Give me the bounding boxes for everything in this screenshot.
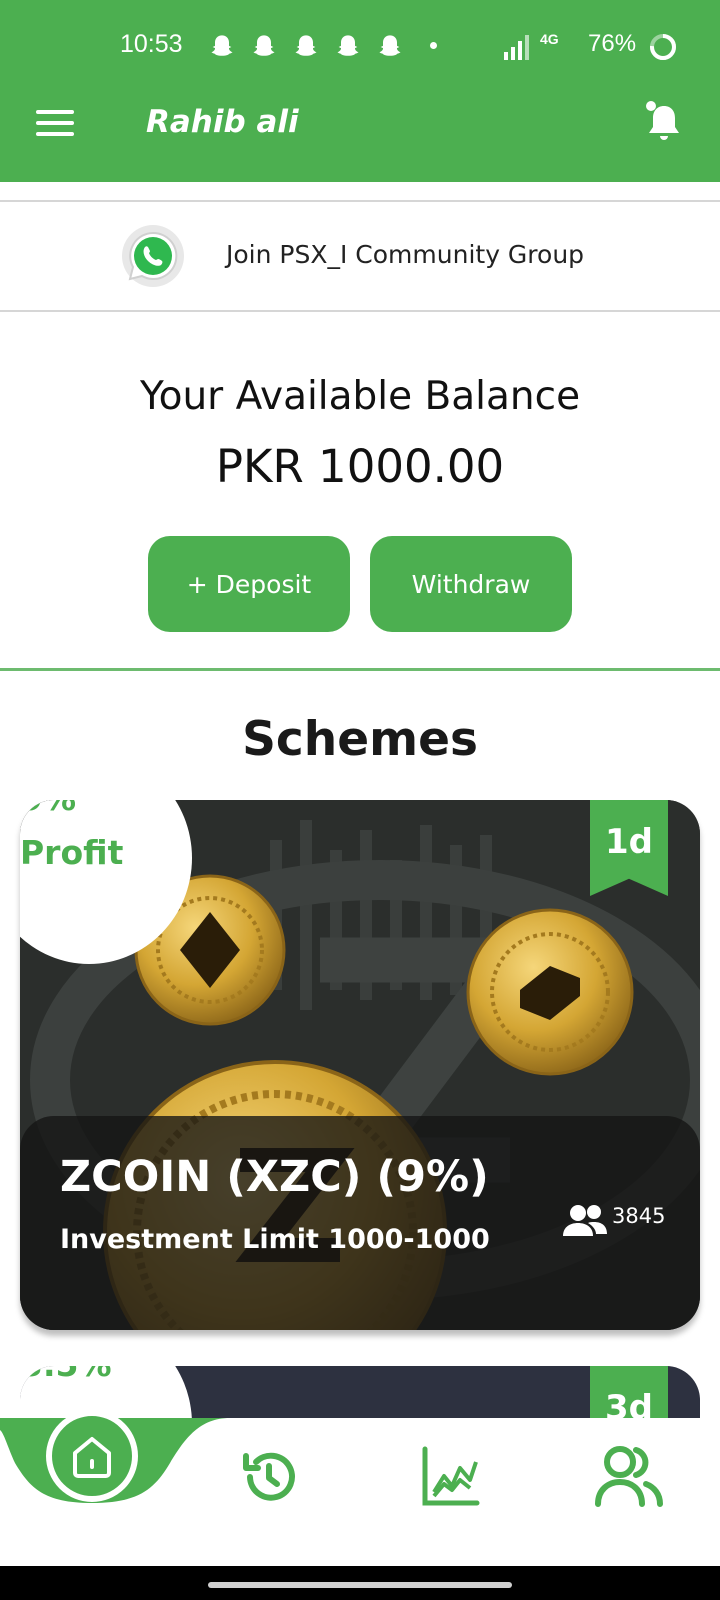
status-time: 10:53: [120, 30, 183, 58]
chart-icon[interactable]: [420, 1444, 480, 1510]
balance-label: Your Available Balance: [139, 374, 581, 419]
scheme-name: ZCOIN (XZC) (9%): [60, 1152, 489, 1202]
community-label: Join PSX_I Community Group: [226, 240, 585, 269]
balance-value: PKR 1000.00: [215, 440, 505, 493]
bell-icon[interactable]: [644, 98, 684, 148]
schemes-heading: Schemes: [242, 712, 478, 767]
app-header: 10:53 4G 76% Rahib ali: [0, 0, 720, 182]
network-type: 4G: [540, 31, 559, 47]
notification-icons: [208, 33, 404, 61]
participants-count: 3845: [612, 1204, 666, 1228]
team-icon[interactable]: [594, 1444, 664, 1510]
duration-label: 1d: [605, 822, 653, 862]
more-notifications-dot: [430, 42, 437, 49]
bottom-navigation: [0, 1410, 720, 1566]
system-navigation-bar: [0, 1566, 720, 1600]
scheme-card[interactable]: 9% Profit 1d ZCOIN (XZC) (9%) Investment…: [20, 800, 700, 1330]
divider: [0, 668, 720, 671]
home-gesture-handle[interactable]: [208, 1582, 512, 1588]
profit-percent: 9%: [20, 800, 123, 826]
battery-icon: [650, 34, 676, 60]
history-icon[interactable]: [236, 1444, 302, 1510]
profit-percent: 3.5%: [20, 1366, 112, 1392]
snapchat-icon: [253, 35, 275, 56]
snapchat-icon: [295, 35, 317, 56]
users-icon: [563, 1205, 607, 1236]
investment-limit: Investment Limit 1000-1000: [60, 1224, 490, 1255]
signal-icon: [504, 35, 529, 60]
snapchat-icon: [379, 35, 401, 56]
battery-percent: 76%: [588, 30, 637, 57]
withdraw-button[interactable]: Withdraw: [370, 536, 572, 632]
app-title: Rahib ali: [146, 104, 299, 140]
status-bar: 10:53 4G 76%: [0, 28, 720, 68]
community-group-link[interactable]: Join PSX_I Community Group: [0, 200, 720, 312]
menu-button[interactable]: [36, 110, 76, 140]
home-icon: [73, 1437, 111, 1478]
profit-label: Profit: [20, 833, 124, 872]
snapchat-icon: [337, 35, 359, 56]
whatsapp-icon: [122, 225, 184, 287]
nav-home[interactable]: [46, 1410, 138, 1502]
snapchat-icon: [211, 35, 233, 56]
deposit-button[interactable]: + Deposit: [148, 536, 350, 632]
